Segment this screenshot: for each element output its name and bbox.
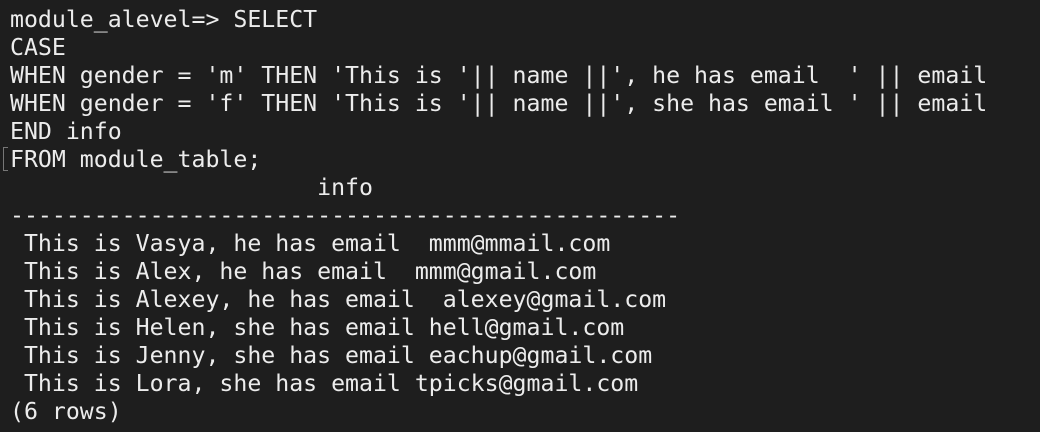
row-count: (6 rows) xyxy=(10,398,122,425)
result-row: This is Lora, she has email tpicks@gmail… xyxy=(10,370,639,397)
terminal-output[interactable]: module_alevel=> SELECT CASE WHEN gender = … xyxy=(10,6,987,426)
line-mark-bracket xyxy=(3,147,8,171)
query-line: WHEN gender = 'f' THEN 'This is '|| name… xyxy=(10,90,988,117)
result-separator: ----------------------------------------… xyxy=(10,202,681,229)
query-line: FROM module_table; xyxy=(10,146,262,173)
result-row: This is Jenny, she has email eachup@gmai… xyxy=(10,342,653,369)
query-line: END info xyxy=(10,118,122,145)
query-line: CASE xyxy=(10,34,66,61)
result-row: This is Alex, he has email mmm@gmail.com xyxy=(10,258,597,285)
result-row: This is Helen, she has email hell@gmail.… xyxy=(10,314,625,341)
result-row: This is Alexey, he has email alexey@gmai… xyxy=(10,286,667,313)
prompt-line: module_alevel=> SELECT xyxy=(10,6,318,33)
query-line: WHEN gender = 'm' THEN 'This is '|| name… xyxy=(10,62,988,89)
result-column-header: info xyxy=(10,174,373,201)
result-row: This is Vasya, he has email mmm@mmail.co… xyxy=(10,230,611,257)
